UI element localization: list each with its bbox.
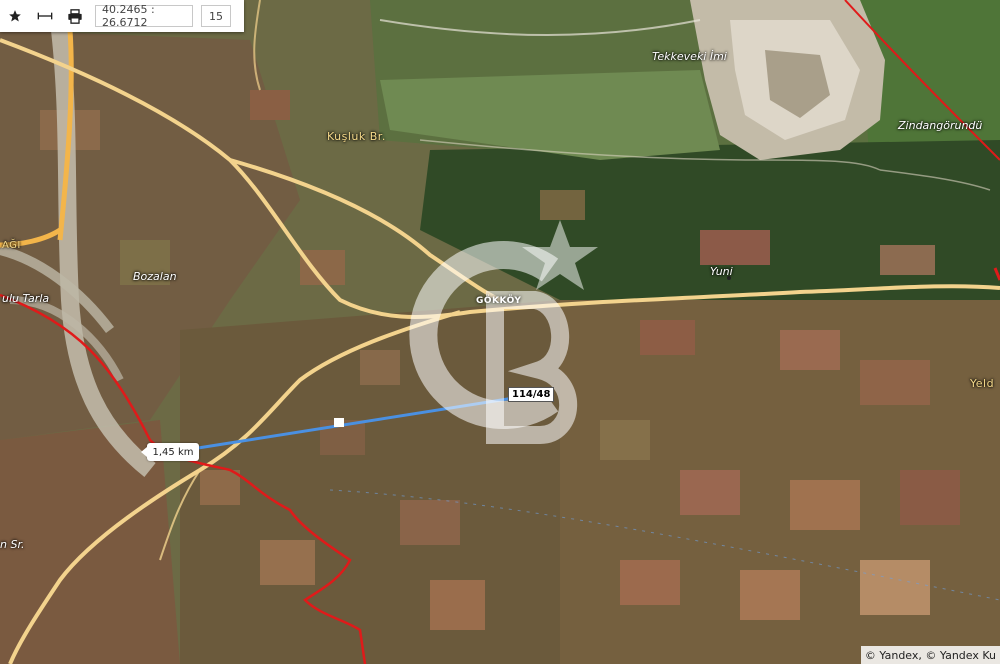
label-zindangorundu: Zindangörundü <box>898 119 983 132</box>
label-tekkeveki: Tekkeveki İmi <box>652 50 727 63</box>
satellite-map[interactable]: Tekkeveki İmi Zindangörundü Kuşluk Br. B… <box>0 0 1000 664</box>
distance-label[interactable]: 1,45 km <box>141 443 199 461</box>
star-icon <box>9 10 21 22</box>
label-kulu-tarla: ulu Tarla <box>2 292 50 305</box>
zoom-level-field[interactable]: 15 <box>201 5 231 27</box>
label-yuni: Yuni <box>710 265 733 278</box>
label-gokkoy: GÖKKÖY <box>476 296 522 306</box>
print-icon <box>68 8 82 24</box>
map-imagery[interactable] <box>0 0 1000 664</box>
plot-number-badge[interactable]: 114/48 <box>508 387 555 402</box>
print-button[interactable] <box>60 0 90 32</box>
map-attribution[interactable]: © Yandex, © Yandex Ku <box>860 646 1000 664</box>
label-aga: AĞI <box>2 240 21 251</box>
label-n-sr: n Sr. <box>0 538 25 551</box>
map-toolbar: 40.2465 : 26.6712 15 <box>0 0 244 32</box>
label-bozalan: Bozalan <box>133 270 177 283</box>
label-kusluk: Kuşluk Br. <box>327 130 386 143</box>
label-yeld: Yeld <box>970 377 995 390</box>
favorite-button[interactable] <box>0 0 30 32</box>
ruler-icon <box>37 12 53 20</box>
coordinates-field[interactable]: 40.2465 : 26.6712 <box>95 3 193 29</box>
measure-button[interactable] <box>30 0 60 32</box>
